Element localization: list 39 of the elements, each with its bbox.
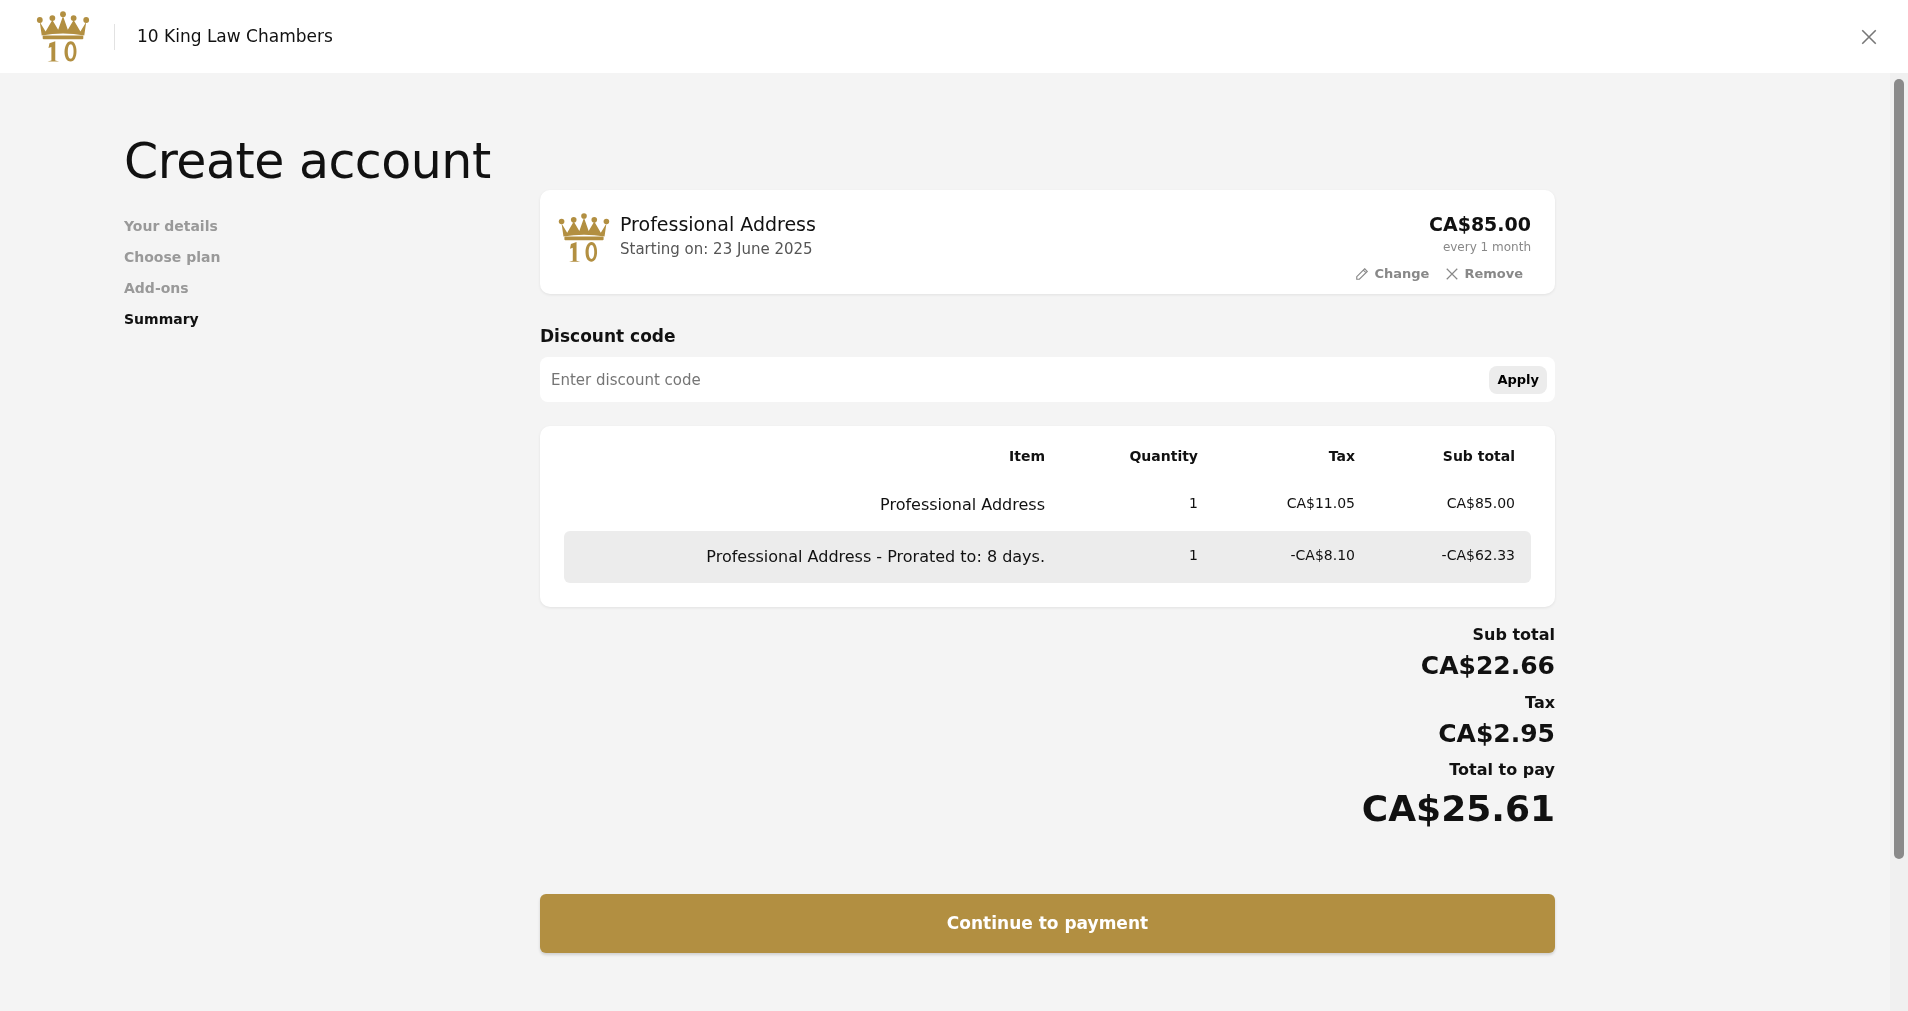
table-cell: -CA$8.10 (1290, 547, 1355, 564)
column-header: Tax (1327, 447, 1355, 467)
product-name: Professional Address (620, 211, 816, 237)
column-header: Sub total (1441, 447, 1516, 467)
total-amount: CA$22.66 (1419, 650, 1555, 683)
apply-button[interactable]: Apply (1489, 366, 1547, 394)
total-amount: CA$2.95 (1437, 717, 1555, 750)
column-header: Item (1008, 447, 1045, 467)
step-link[interactable]: Choose plan (124, 246, 540, 268)
remove-button[interactable]: Remove (1445, 264, 1523, 284)
step-link[interactable]: Your details (124, 215, 540, 237)
step-link[interactable]: Summary (124, 308, 540, 330)
scrollbar[interactable] (1890, 73, 1908, 1011)
total-label: Tax (1524, 691, 1555, 714)
pencil-icon (1355, 267, 1370, 282)
total-label: Total to pay (1448, 759, 1555, 782)
table-cell: CA$11.05 (1286, 495, 1355, 512)
total-amount: CA$25.61 (1360, 787, 1555, 832)
continue-button[interactable]: Continue to payment (540, 894, 1555, 954)
table-cell: CA$85.00 (1446, 495, 1515, 512)
crown-logo-icon (34, 8, 92, 65)
brand-name: 10 King Law Chambers (137, 24, 333, 48)
column-header: Quantity (1128, 447, 1198, 467)
table-cell: Professional Address (880, 495, 1045, 515)
table-cell: 1 (1189, 547, 1198, 564)
billing-period: every 1 month (1441, 239, 1531, 257)
table-cell: Professional Address - Prorated to: 8 days. (706, 547, 1045, 567)
step-link[interactable]: Add-ons (124, 277, 540, 299)
close-icon (1860, 28, 1878, 46)
product-price: CA$85.00 (1428, 211, 1531, 237)
start-date: Starting on: 23 June 2025 (620, 239, 814, 261)
close-icon (1445, 267, 1460, 282)
discount-label: Discount code (540, 324, 677, 348)
table-cell: -CA$62.33 (1441, 547, 1515, 564)
page-title: Create account (124, 133, 492, 192)
discount-field[interactable]: Enter discount code Apply (540, 357, 1555, 403)
table-cell: 1 (1189, 495, 1198, 512)
change-button[interactable]: Change (1355, 264, 1430, 284)
total-label: Sub total (1471, 624, 1555, 647)
